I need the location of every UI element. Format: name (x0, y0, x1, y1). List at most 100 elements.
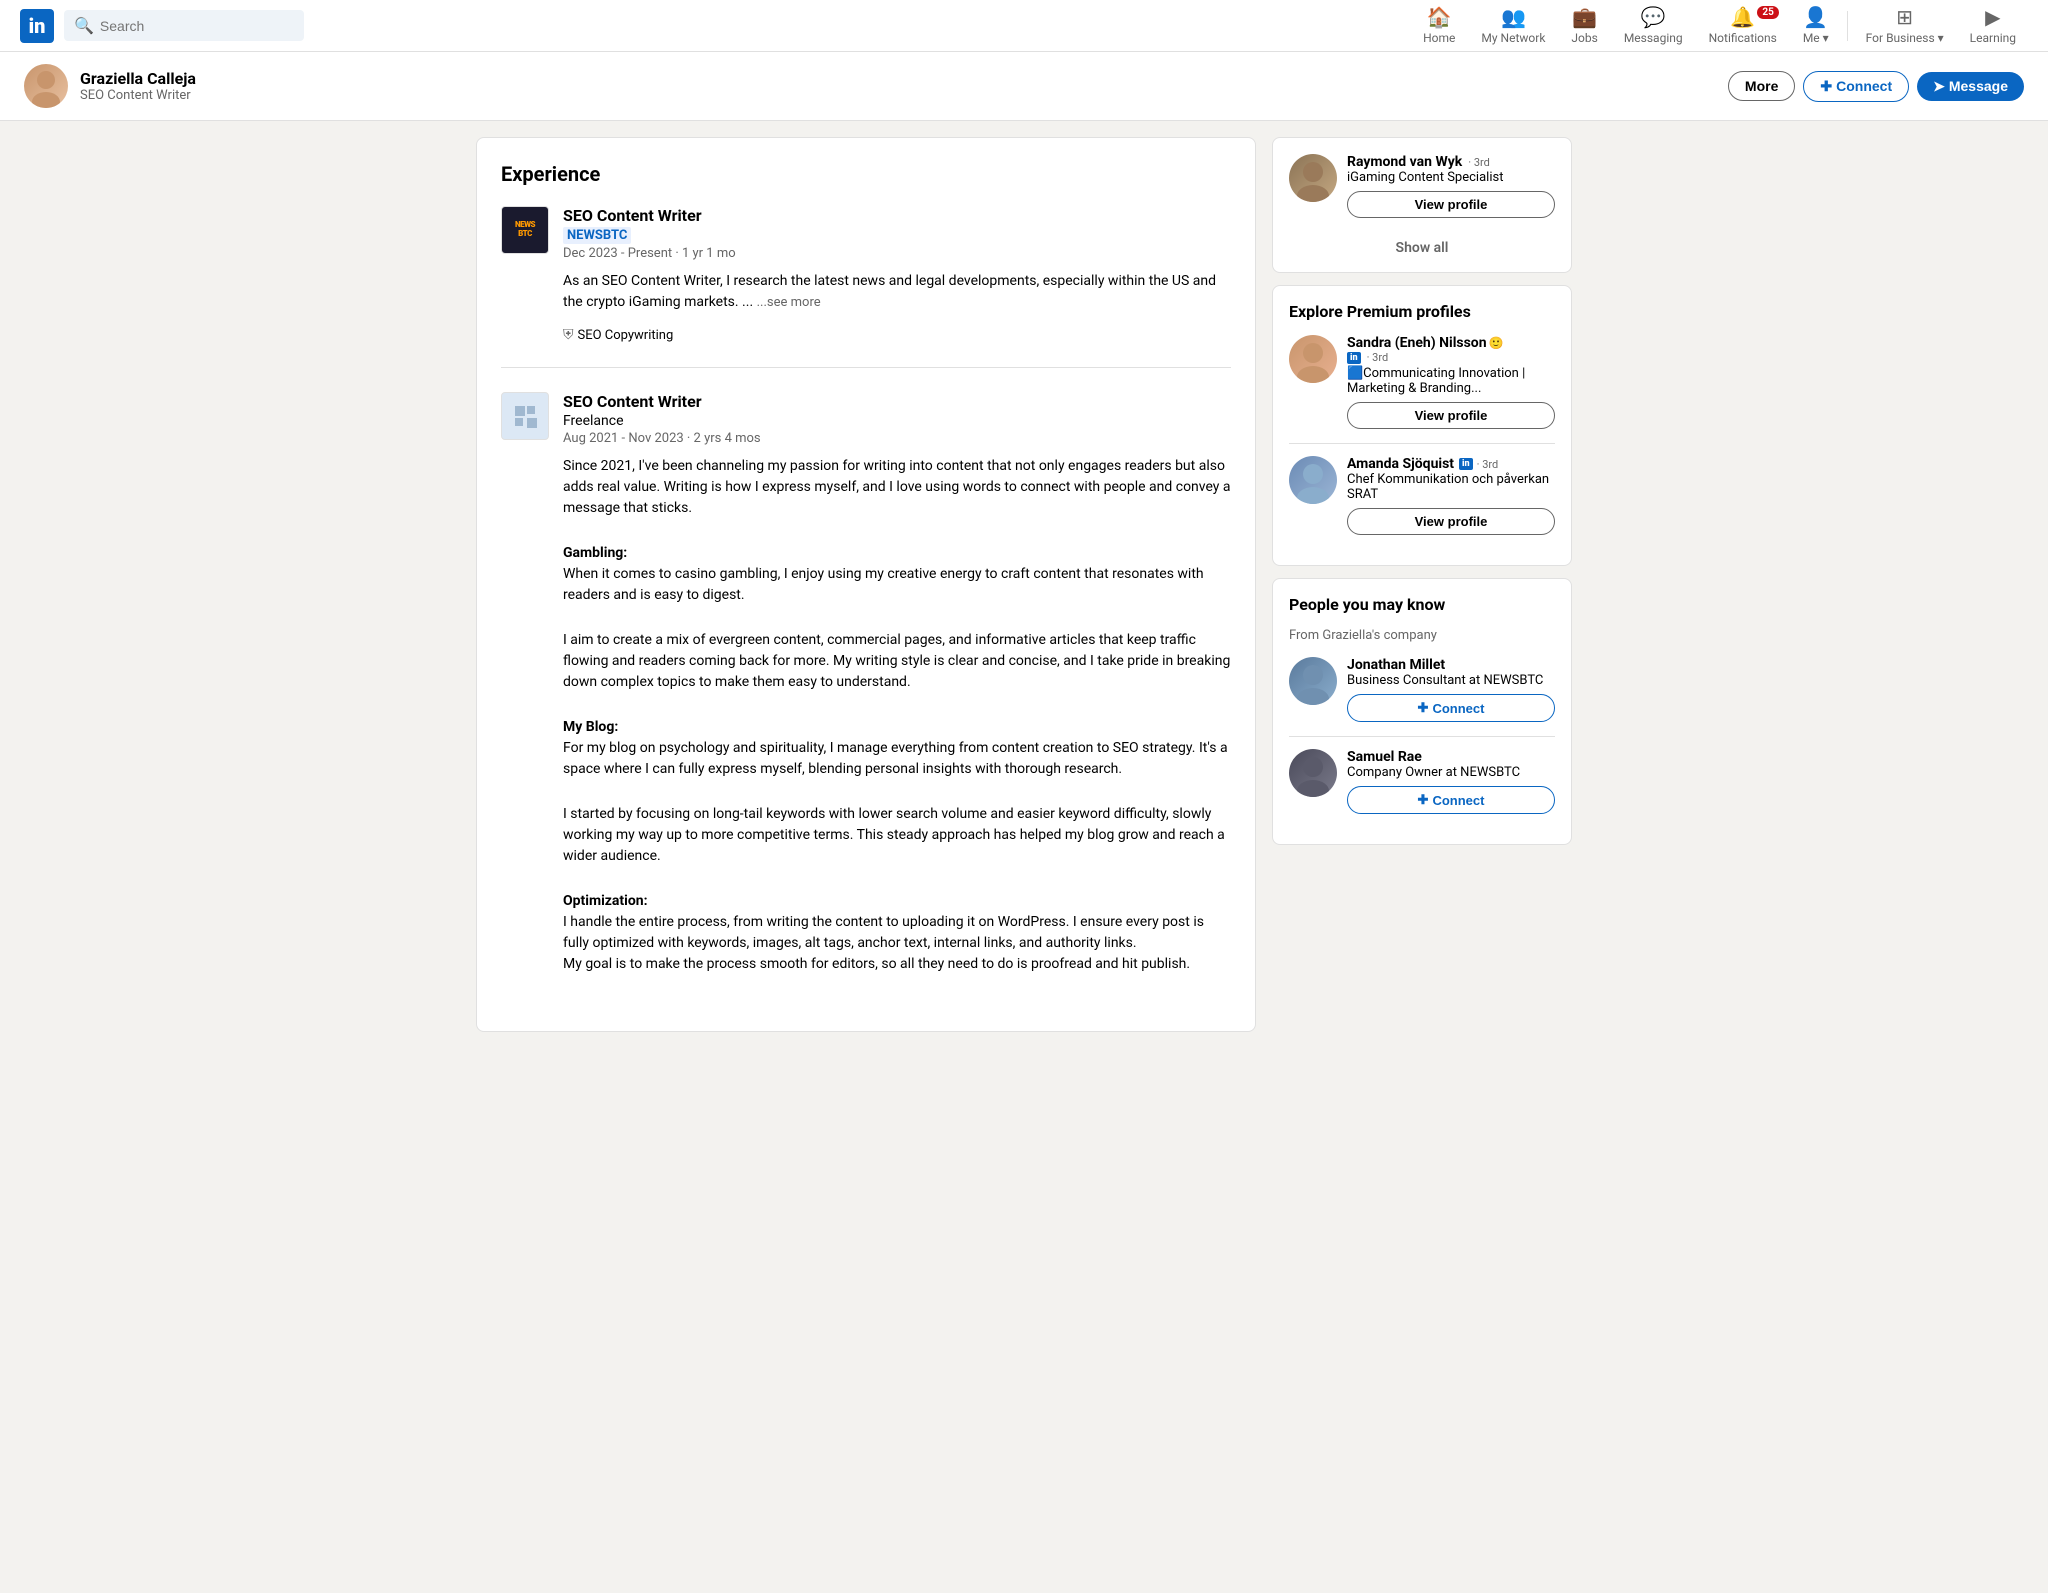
nav-item-home[interactable]: 🏠 Home (1411, 0, 1467, 52)
newsbtc-body: SEO Content Writer NEWSBTC Dec 2023 - Pr… (563, 206, 1231, 343)
experience-item-newsbtc: NEWSBTC SEO Content Writer NEWSBTC Dec 2… (501, 206, 1231, 368)
jonathan-name: Jonathan Millet (1347, 657, 1555, 673)
freelance-para-4: My Blog:For my blog on psychology and sp… (563, 717, 1231, 780)
newsbtc-desc-text: As an SEO Content Writer, I research the… (563, 273, 1216, 310)
freelance-para-6: Optimization:I handle the entire process… (563, 891, 1231, 975)
nav-item-home-label: Home (1423, 31, 1455, 45)
premium-card-title: Explore Premium profiles (1289, 302, 1555, 321)
sidebar-person-samuel: Samuel Rae Company Owner at NEWSBTC ✚ Co… (1289, 749, 1555, 814)
profile-bar-info: Graziella Calleja SEO Content Writer (80, 69, 1716, 103)
amanda-view-profile-button[interactable]: View profile (1347, 508, 1555, 535)
experience-title: Experience (501, 162, 1231, 186)
nav-item-messaging[interactable]: 💬 Messaging (1612, 0, 1695, 52)
raymond-degree: · 3rd (1468, 156, 1490, 169)
newsbtc-skill: ⛨ SEO Copywriting (563, 327, 673, 343)
newsbtc-skill-label: SEO Copywriting (578, 328, 674, 343)
samuel-connect-label: Connect (1432, 793, 1484, 808)
skill-shield-icon: ⛨ (563, 327, 574, 343)
freelance-para-2: Gambling:When it comes to casino gamblin… (563, 543, 1231, 606)
connect-plus-icon-samuel: ✚ (1418, 792, 1429, 808)
newsbtc-company[interactable]: NEWSBTC (563, 227, 631, 244)
connect-plus-icon-jonathan: ✚ (1418, 700, 1429, 716)
newsbtc-job-title: SEO Content Writer (563, 206, 1231, 225)
newsbtc-logo: NEWSBTC (501, 206, 549, 254)
raymond-view-profile-button[interactable]: View profile (1347, 191, 1555, 218)
jonathan-connect-button[interactable]: ✚ Connect (1347, 694, 1555, 722)
nav-item-learning[interactable]: ▶ Learning (1958, 0, 2028, 52)
notifications-badge: 25 (1757, 6, 1778, 19)
freelance-para-1: Since 2021, I've been channeling my pass… (563, 456, 1231, 519)
navbar: in 🔍 🏠 Home 👥 My Network 💼 Jobs 💬 Messag… (0, 0, 2048, 52)
nav-item-notifications[interactable]: 🔔 25 Notifications (1697, 0, 1789, 52)
newsbtc-dates: Dec 2023 - Present · 1 yr 1 mo (563, 246, 1231, 261)
samuel-name: Samuel Rae (1347, 749, 1555, 765)
sandra-view-profile-button[interactable]: View profile (1347, 402, 1555, 429)
raymond-title: iGaming Content Specialist (1347, 170, 1555, 185)
search-input[interactable] (100, 18, 294, 34)
sandra-info: Sandra (Eneh) Nilsson 🙂 in · 3rd 🟦Commun… (1347, 335, 1555, 429)
nav-items: 🏠 Home 👥 My Network 💼 Jobs 💬 Messaging 🔔… (1411, 0, 2028, 52)
newsbtc-see-more[interactable]: ...see more (757, 295, 821, 310)
nav-item-my-network[interactable]: 👥 My Network (1469, 0, 1557, 52)
sidebar-person-sandra: Sandra (Eneh) Nilsson 🙂 in · 3rd 🟦Commun… (1289, 335, 1555, 429)
sandra-degree: · 3rd (1367, 351, 1389, 364)
also-viewed-card: Raymond van Wyk · 3rd iGaming Content Sp… (1272, 137, 1572, 273)
nav-item-jobs-label: Jobs (1571, 31, 1597, 45)
raymond-avatar (1289, 154, 1337, 202)
people-know-title: People you may know (1289, 595, 1555, 614)
people-you-may-know-card: People you may know From Graziella's com… (1272, 578, 1572, 845)
show-all-link[interactable]: Show all (1289, 232, 1555, 256)
nav-divider (1847, 11, 1848, 41)
linkedin-logo[interactable]: in (20, 9, 54, 43)
message-label: Message (1949, 78, 2008, 94)
learning-icon: ▶ (1985, 5, 2000, 29)
connect-button[interactable]: ✚ Connect (1803, 71, 1909, 102)
message-button[interactable]: ➤ Message (1917, 72, 2024, 101)
amanda-degree: · 3rd (1477, 458, 1499, 471)
freelance-logo (501, 392, 549, 440)
amanda-name: Amanda Sjöquist (1347, 456, 1454, 472)
raymond-name: Raymond van Wyk (1347, 154, 1462, 170)
nav-item-me[interactable]: 👤 Me ▾ (1791, 0, 1841, 52)
newsbtc-description: As an SEO Content Writer, I research the… (563, 271, 1231, 313)
people-know-subtitle: From Graziella's company (1289, 628, 1555, 643)
my-network-icon: 👥 (1501, 5, 1526, 29)
raymond-info: Raymond van Wyk · 3rd iGaming Content Sp… (1347, 154, 1555, 218)
sandra-avatar (1289, 335, 1337, 383)
nav-item-for-business[interactable]: ⊞ For Business ▾ (1854, 0, 1956, 52)
nav-item-jobs[interactable]: 💼 Jobs (1559, 0, 1609, 52)
search-bar[interactable]: 🔍 (64, 10, 304, 41)
content-panel: Experience NEWSBTC SEO Content Writer NE… (476, 137, 1256, 1032)
jobs-icon: 💼 (1572, 5, 1597, 29)
nav-item-my-network-label: My Network (1481, 31, 1545, 45)
freelance-body: SEO Content Writer Freelance Aug 2021 - … (563, 392, 1231, 983)
profile-name: Graziella Calleja (80, 69, 1716, 88)
sidebar-divider-1 (1289, 443, 1555, 444)
samuel-info: Samuel Rae Company Owner at NEWSBTC ✚ Co… (1347, 749, 1555, 814)
main-layout: Experience NEWSBTC SEO Content Writer NE… (460, 137, 1588, 1032)
amanda-title: Chef Kommunikation och påverkan SRAT (1347, 472, 1555, 502)
profile-actions: More ✚ Connect ➤ Message (1728, 71, 2024, 102)
profile-title: SEO Content Writer (80, 88, 1716, 103)
freelance-para-3: I aim to create a mix of evergreen conte… (563, 630, 1231, 693)
premium-profiles-card: Explore Premium profiles Sandra (Eneh) N… (1272, 285, 1572, 566)
jonathan-title: Business Consultant at NEWSBTC (1347, 673, 1555, 688)
amanda-info: Amanda Sjöquist in · 3rd Chef Kommunikat… (1347, 456, 1555, 535)
samuel-title: Company Owner at NEWSBTC (1347, 765, 1555, 780)
nav-item-notifications-label: Notifications (1709, 31, 1777, 45)
jonathan-connect-label: Connect (1432, 701, 1484, 716)
freelance-dates: Aug 2021 - Nov 2023 · 2 yrs 4 mos (563, 431, 1231, 446)
notifications-icon: 🔔 (1730, 5, 1755, 29)
freelance-para-5: I started by focusing on long-tail keywo… (563, 804, 1231, 867)
freelance-job-title: SEO Content Writer (563, 392, 1231, 411)
samuel-connect-button[interactable]: ✚ Connect (1347, 786, 1555, 814)
amanda-linkedin-badge: in (1459, 458, 1473, 470)
avatar (24, 64, 68, 108)
search-icon: 🔍 (74, 16, 94, 35)
sandra-name: Sandra (Eneh) Nilsson (1347, 335, 1487, 351)
experience-item-freelance: SEO Content Writer Freelance Aug 2021 - … (501, 392, 1231, 1007)
more-button[interactable]: More (1728, 71, 1795, 101)
freelance-company: Freelance (563, 413, 1231, 429)
jonathan-avatar (1289, 657, 1337, 705)
sandra-linkedin-badge: in (1347, 352, 1361, 364)
